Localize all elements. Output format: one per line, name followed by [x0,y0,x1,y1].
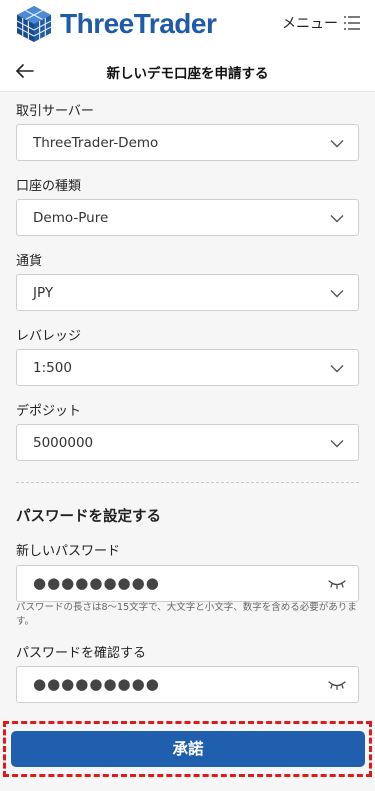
chevron-down-icon [330,440,344,448]
confirm-password-field[interactable]: ●●●●●●●●● [16,666,359,703]
chevron-down-icon [330,140,344,148]
new-password-label: 新しいパスワード [16,544,121,559]
chevron-down-icon [330,215,344,223]
leverage-value: 1:500 [33,360,72,376]
accept-button[interactable]: 承諾 [11,731,365,767]
brand-logo[interactable]: ThreeTrader [14,2,217,46]
password-hint: パスワードの長さは8～15文字で、大文字と小文字、数字を含める必要があります。 [16,602,357,627]
server-select[interactable]: ThreeTrader-Demo [16,124,359,161]
password-section-title: パスワードを設定する [16,509,161,525]
currency-value: JPY [33,285,54,301]
deposit-value: 5000000 [33,435,94,451]
account-type-label: 口座の種類 [16,179,82,194]
account-type-value: Demo-Pure [33,210,109,226]
deposit-label: デポジット [16,404,82,419]
new-password-value: ●●●●●●●●● [33,574,160,592]
page-title: 新しいデモ口座を申請する [106,66,269,82]
eye-closed-icon[interactable] [328,579,346,589]
cube-logo-icon [16,6,52,42]
eye-closed-icon[interactable] [328,680,346,690]
leverage-select[interactable]: 1:500 [16,349,359,386]
new-password-field[interactable]: ●●●●●●●●● [16,565,359,602]
server-label: 取引サーバー [16,104,94,119]
chevron-down-icon [330,365,344,373]
leverage-label: レバレッジ [16,329,82,344]
title-bar: 新しいデモ口座を申請する [0,50,375,92]
currency-select[interactable]: JPY [16,274,359,311]
confirm-password-value: ●●●●●●●●● [33,675,160,693]
server-value: ThreeTrader-Demo [33,135,159,151]
menu-label: メニュー [282,16,338,32]
menu-list-icon [344,16,360,30]
site-header: ThreeTrader メニュー [0,0,375,50]
menu-button[interactable]: メニュー [282,13,361,33]
chevron-down-icon [330,290,344,298]
account-type-select[interactable]: Demo-Pure [16,199,359,236]
brand-name: ThreeTrader [60,8,217,39]
section-divider [16,482,359,483]
confirm-password-label: パスワードを確認する [16,646,147,661]
deposit-select[interactable]: 5000000 [16,424,359,461]
currency-label: 通貨 [16,254,43,269]
